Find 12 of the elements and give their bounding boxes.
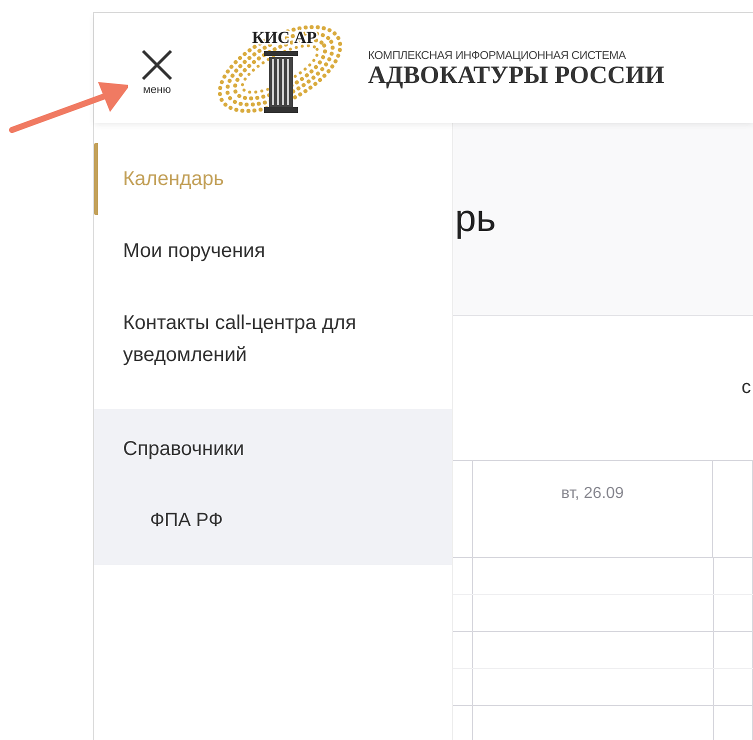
- sidebar-item[interactable]: Контакты call-центра для уведомлений: [94, 287, 452, 391]
- toolbar-text: с: [742, 377, 751, 399]
- sidebar-item[interactable]: Мои поручения: [94, 215, 452, 287]
- column-icon: [264, 51, 298, 113]
- brand-subtitle: КОМПЛЕКСНАЯ ИНФОРМАЦИОННАЯ СИСТЕМА: [368, 50, 627, 62]
- sidebar-item[interactable]: Справочники: [94, 413, 452, 485]
- menu-button[interactable]: меню: [140, 48, 174, 96]
- sidebar-subitem[interactable]: ФПА РФ: [94, 485, 452, 557]
- column-header: вт, 26.09: [473, 461, 713, 557]
- brand-title: АДВОКАТУРЫ РОССИИ: [368, 62, 664, 90]
- page-title: рь: [455, 198, 496, 240]
- close-icon: [140, 48, 174, 82]
